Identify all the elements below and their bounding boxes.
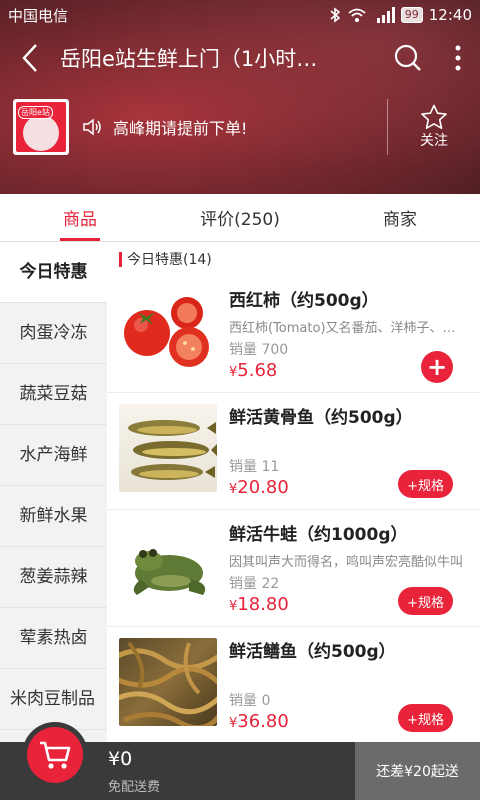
product-desc — [229, 434, 465, 452]
clock: 12:40 — [428, 6, 472, 24]
cart-button[interactable] — [22, 722, 88, 788]
cart-summary[interactable]: ¥0 免配送费 — [0, 722, 355, 800]
back-button[interactable] — [0, 30, 60, 86]
tab-bar: 商品 评价(250) 商家 — [0, 194, 480, 242]
battery-indicator: 99 — [400, 7, 423, 23]
section-title: 今日特惠(14) — [107, 242, 480, 276]
status-bar: 中国电信 99 12:40 — [0, 0, 480, 30]
category-item[interactable]: 葱姜蒜辣 — [0, 547, 107, 608]
bluetooth-icon — [330, 7, 341, 23]
product-name: 鲜活牛蛙（约1000g） — [229, 525, 408, 545]
select-spec-button[interactable]: +规格 — [398, 587, 453, 615]
category-item[interactable]: 肉蛋冷冻 — [0, 303, 107, 364]
select-spec-button[interactable]: +规格 — [398, 470, 453, 498]
category-item[interactable]: 水产海鲜 — [0, 425, 107, 486]
product-list: 今日特惠(14) 西红柿（约500g） 西红柿(Tomato)又名番茄、洋柿子、… — [107, 242, 480, 742]
product-name: 鲜活黄骨鱼（约500g） — [229, 408, 413, 428]
category-item[interactable]: 蔬菜豆菇 — [0, 364, 107, 425]
chevron-left-icon — [22, 44, 37, 72]
shop-notice: 高峰期请提前下单! — [113, 119, 248, 138]
logo-text: 岳阳e站 — [18, 106, 53, 119]
category-item[interactable]: 米肉豆制品 — [0, 669, 107, 730]
price-value: 18.80 — [237, 594, 289, 615]
cart-bar: ¥0 免配送费 还差¥20起送 — [0, 722, 480, 800]
price-value: 20.80 — [237, 477, 289, 498]
follow-label: 关注 — [420, 133, 448, 149]
tab-products[interactable]: 商品 — [0, 194, 160, 241]
product-item[interactable]: 鲜活牛蛙（约1000g） 因其叫声大而得名，鸣叫声宏亮酷似牛叫 销量 22 ¥1… — [107, 510, 480, 627]
product-item[interactable]: 鲜活黄骨鱼（约500g） 销量 11 ¥20.80 +规格 — [107, 393, 480, 510]
product-image-yellow-catfish — [119, 404, 217, 492]
more-menu-button[interactable] — [436, 30, 480, 86]
product-name: 鲜活鳝鱼（约500g） — [229, 642, 396, 662]
add-to-cart-button[interactable]: + — [421, 351, 453, 383]
cart-total: ¥0 — [108, 748, 133, 770]
search-icon — [394, 44, 421, 71]
star-icon — [421, 104, 447, 129]
page-title: 岳阳e站生鲜上门（1小时… — [60, 47, 318, 71]
shop-info: 岳阳e站 高峰期请提前下单! 关注 — [0, 92, 480, 162]
carrier-label: 中国电信 — [8, 6, 69, 25]
product-name: 西红柿（约500g） — [229, 291, 379, 311]
cell-signal-icon — [376, 7, 395, 23]
product-desc: 因其叫声大而得名，鸣叫声宏亮酷似牛叫 — [229, 555, 464, 569]
product-image-bullfrog — [119, 521, 217, 609]
product-image-tomato — [119, 287, 217, 375]
search-button[interactable] — [380, 30, 436, 86]
price-value: 5.68 — [237, 360, 278, 381]
product-desc: 西红柿(Tomato)又名番茄、洋柿子、番柿等， — [229, 321, 465, 335]
follow-button[interactable]: 关注 — [388, 104, 480, 150]
product-item[interactable]: 西红柿（约500g） 西红柿(Tomato)又名番茄、洋柿子、番柿等， 销量 7… — [107, 276, 480, 393]
delivery-fee-label: 免配送费 — [108, 780, 161, 795]
category-item[interactable]: 荤素热卤 — [0, 608, 107, 669]
shopping-cart-icon — [40, 741, 71, 769]
category-item[interactable]: 新鲜水果 — [0, 486, 107, 547]
category-sidebar: 今日特惠 肉蛋冷冻 蔬菜豆菇 水产海鲜 新鲜水果 葱姜蒜辣 荤素热卤 米肉豆制品 — [0, 242, 107, 742]
wifi-icon — [348, 8, 366, 22]
category-item[interactable]: 今日特惠 — [0, 242, 107, 303]
more-vertical-icon — [455, 45, 461, 71]
tab-merchant[interactable]: 商家 — [320, 194, 480, 241]
price-value: 36.80 — [237, 711, 289, 732]
select-spec-button[interactable]: +规格 — [398, 704, 453, 732]
shop-logo[interactable]: 岳阳e站 — [13, 99, 69, 155]
product-image-eel — [119, 638, 217, 726]
checkout-button[interactable]: 还差¥20起送 — [355, 742, 480, 800]
speaker-icon — [83, 118, 101, 136]
product-desc — [229, 668, 465, 686]
product-item[interactable]: 鲜活鳝鱼（约500g） 销量 0 ¥36.80 +规格 — [107, 627, 480, 742]
tab-reviews[interactable]: 评价(250) — [160, 194, 320, 241]
nav-bar: 岳阳e站生鲜上门（1小时… — [0, 30, 480, 86]
